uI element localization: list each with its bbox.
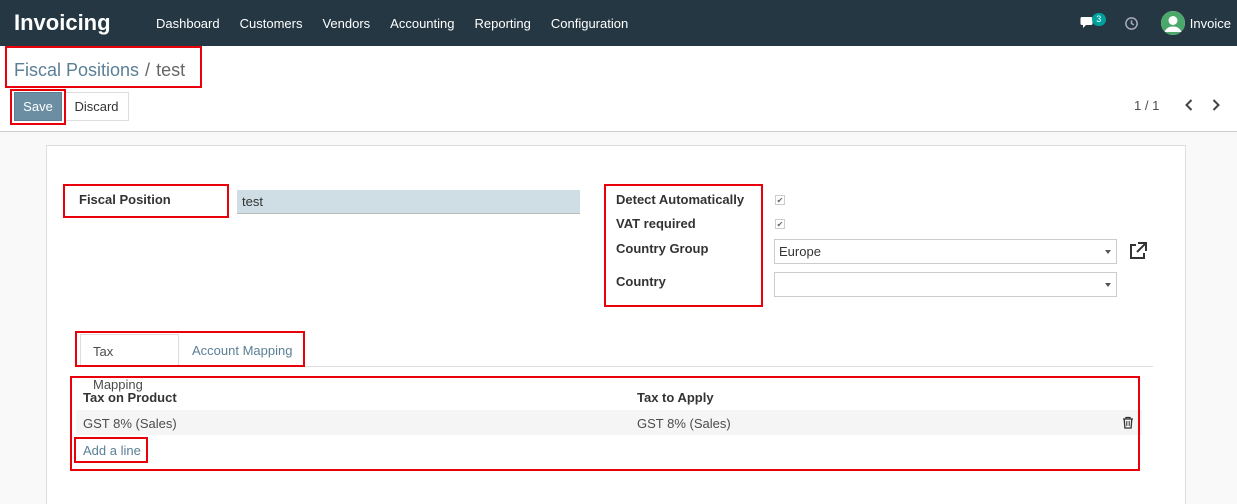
detect-automatically-checkbox[interactable]: ✔ [775,195,785,205]
user-name[interactable]: Invoice [1190,16,1231,31]
menu-item-vendors[interactable]: Vendors [322,16,370,31]
fiscal-position-label: Fiscal Position [79,192,171,207]
tax-to-apply-cell[interactable]: GST 8% (Sales) [637,416,731,431]
dropdown-caret-icon [1105,283,1111,287]
messages-count-badge: 3 [1091,13,1106,26]
trash-icon[interactable] [1122,416,1134,429]
country-group-value: Europe [779,244,821,259]
user-avatar[interactable] [1160,11,1185,35]
pager-value[interactable]: 1 / 1 [1134,98,1159,113]
breadcrumb-fiscal-positions[interactable]: Fiscal Positions [14,60,139,80]
save-button[interactable]: Save [14,92,62,121]
add-a-line-link[interactable]: Add a line [83,443,141,458]
country-label: Country [616,274,666,289]
table-row[interactable] [76,410,1142,435]
tab-account-mapping[interactable]: Account Mapping [180,334,306,367]
country-group-label: Country Group [616,241,709,256]
menu-item-reporting[interactable]: Reporting [475,16,531,31]
menu-item-configuration[interactable]: Configuration [551,16,628,31]
discard-button[interactable]: Discard [64,92,129,121]
breadcrumb-separator: / [145,60,151,80]
menu-item-accounting[interactable]: Accounting [390,16,454,31]
country-group-select[interactable]: Europe [774,239,1117,264]
control-panel: Fiscal Positions / test Save Discard 1 / 1 [0,46,1237,132]
column-header-tax-to-apply[interactable]: Tax to Apply [637,390,714,405]
chevron-right-icon[interactable] [1210,98,1222,112]
activity-clock-icon[interactable] [1124,16,1139,31]
vat-required-label: VAT required [616,216,696,231]
vat-required-checkbox[interactable]: ✔ [775,219,785,229]
breadcrumb-current: test [156,60,186,80]
breadcrumb: Fiscal Positions / test [14,60,185,81]
top-navbar: Invoicing Dashboard Customers Vendors Ac… [0,0,1237,46]
app-title[interactable]: Invoicing [14,10,146,36]
systray: 3 Invoice [1080,0,1237,46]
external-link-icon[interactable] [1128,242,1148,260]
country-select[interactable] [774,272,1117,297]
detect-automatically-label: Detect Automatically [616,192,745,207]
tax-on-product-cell[interactable]: GST 8% (Sales) [83,416,177,431]
user-avatar-icon [1160,11,1185,35]
main-menu: Dashboard Customers Vendors Accounting R… [146,16,638,31]
menu-item-dashboard[interactable]: Dashboard [156,16,220,31]
dropdown-caret-icon [1105,250,1111,254]
chevron-left-icon[interactable] [1183,98,1195,112]
column-header-tax-on-product[interactable]: Tax on Product [83,390,177,405]
menu-item-customers[interactable]: Customers [240,16,303,31]
messages-button[interactable]: 3 [1080,13,1106,33]
tab-tax-mapping[interactable]: Tax Mapping [80,334,179,392]
fiscal-position-input[interactable]: test [237,190,580,214]
